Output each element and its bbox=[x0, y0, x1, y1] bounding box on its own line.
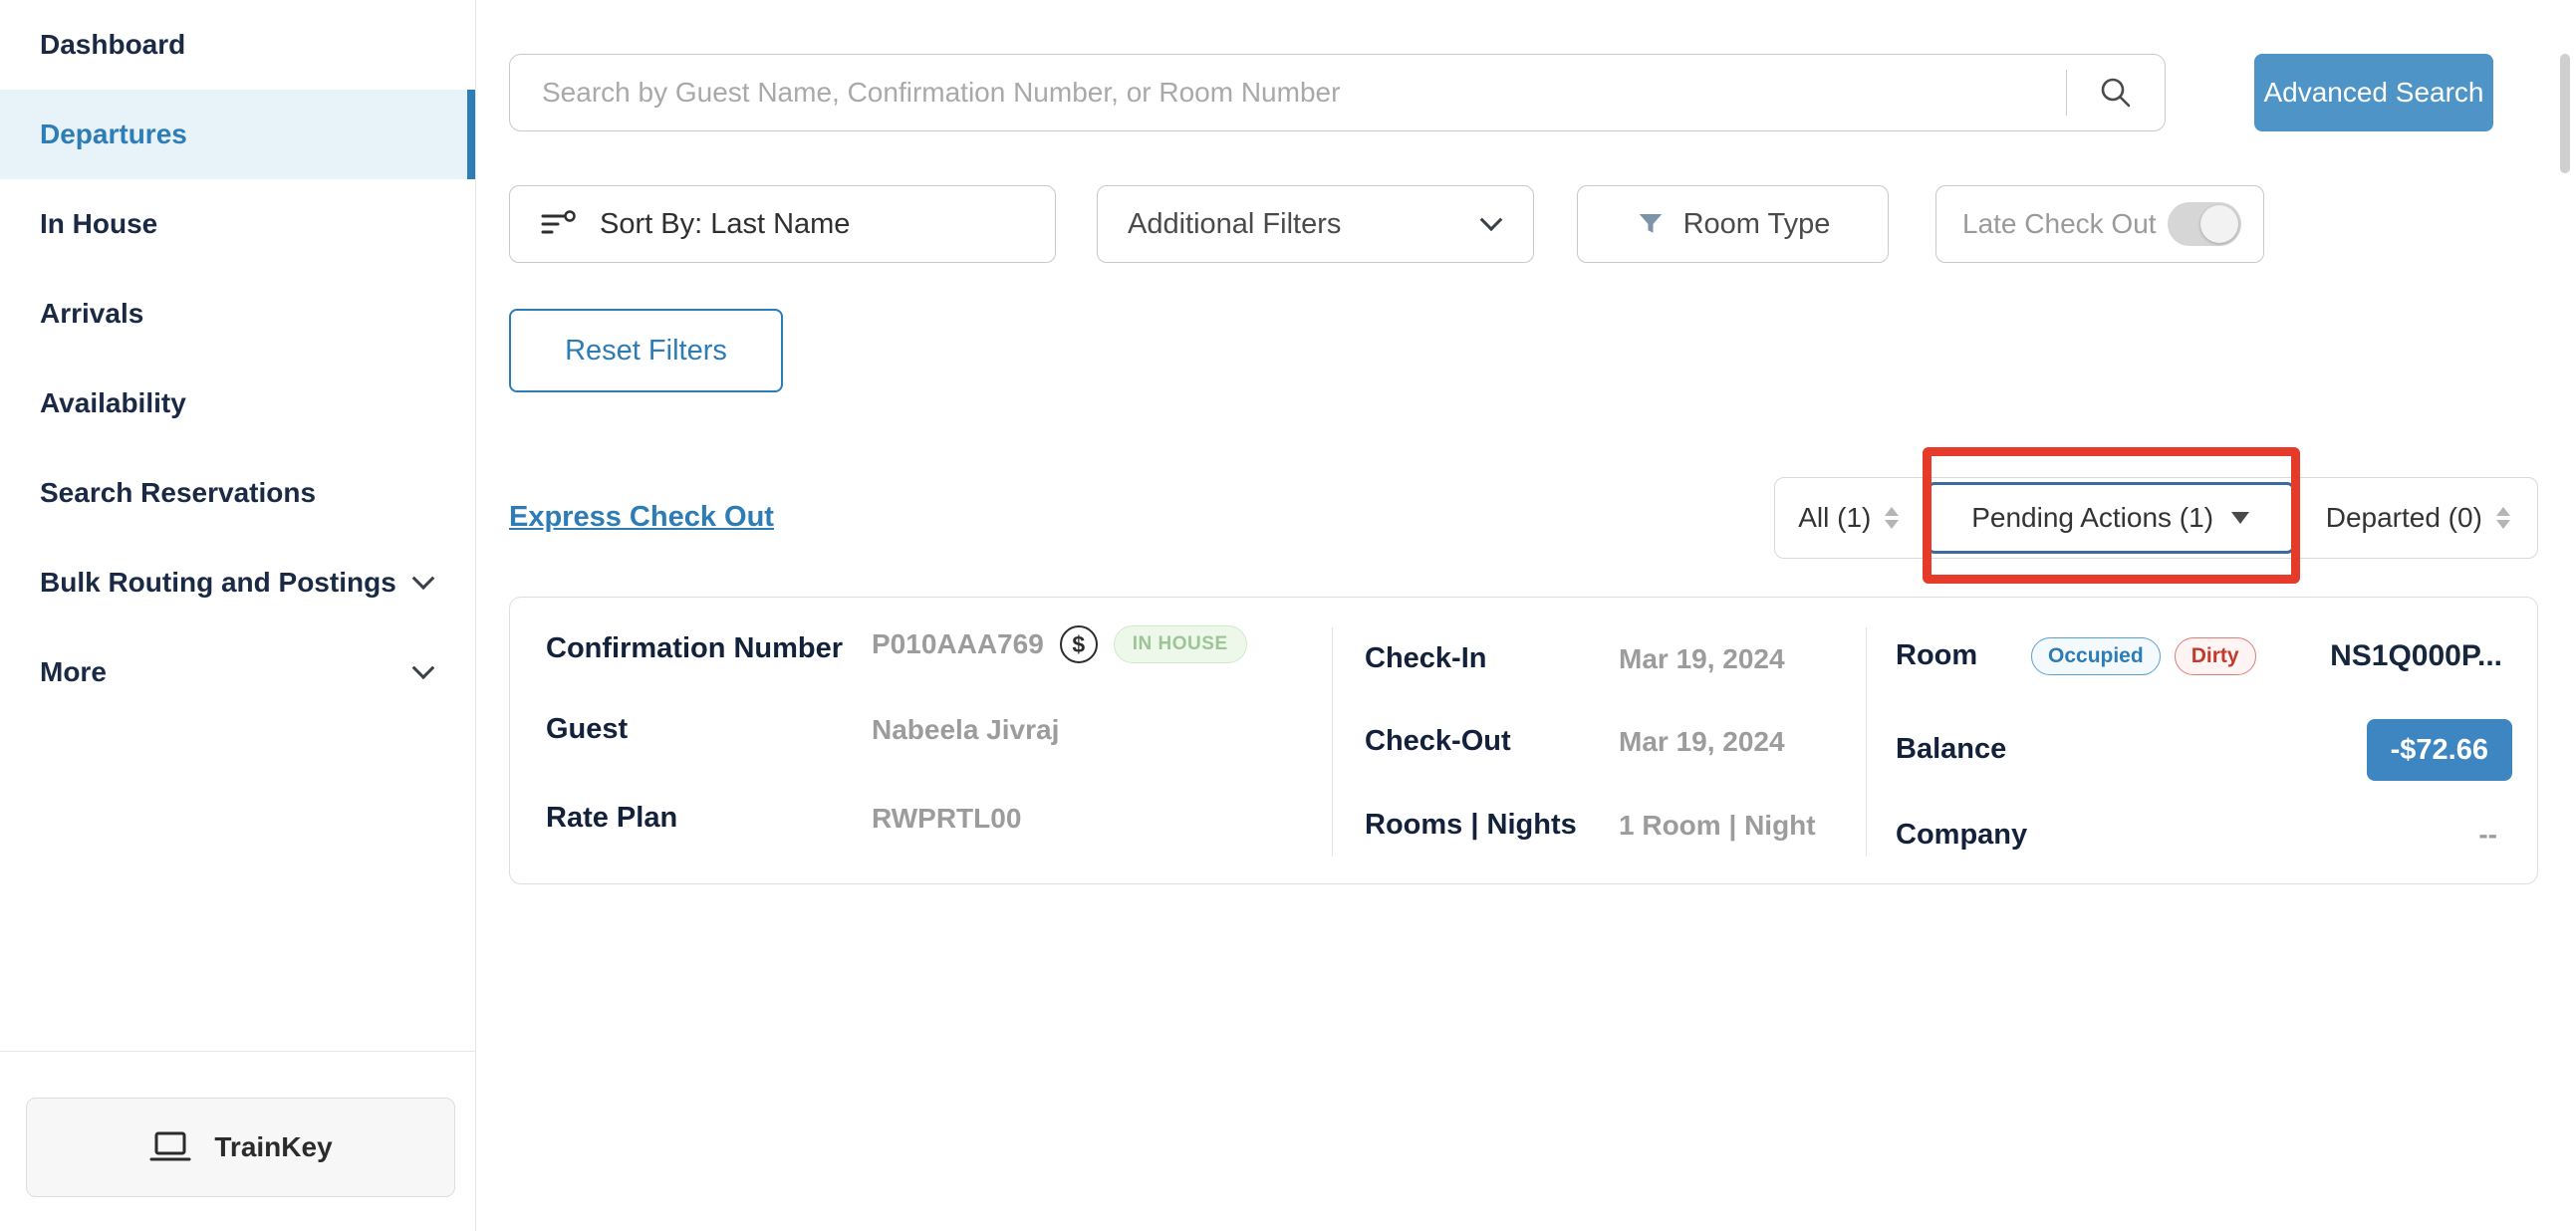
chevron-down-icon bbox=[412, 656, 435, 679]
confirmation-number-value: P010AAA769 bbox=[872, 628, 1044, 660]
column-divider bbox=[1866, 627, 1867, 857]
tab-all[interactable]: All (1) bbox=[1775, 478, 1923, 558]
tab-all-label: All (1) bbox=[1798, 502, 1871, 534]
occupied-badge: Occupied bbox=[2031, 637, 2161, 675]
room-label: Room bbox=[1896, 639, 1977, 672]
room-type-button[interactable]: Room Type bbox=[1577, 185, 1889, 263]
sidebar-item-more[interactable]: More bbox=[0, 627, 475, 717]
sort-by-label: Sort By: Last Name bbox=[600, 208, 850, 241]
sidebar-item-label: Dashboard bbox=[40, 29, 185, 61]
reset-filters-button[interactable]: Reset Filters bbox=[509, 309, 783, 392]
additional-filters-dropdown[interactable]: Additional Filters bbox=[1097, 185, 1534, 263]
late-checkout-label: Late Check Out bbox=[1962, 208, 2157, 240]
sidebar-item-bulk-routing[interactable]: Bulk Routing and Postings bbox=[0, 538, 475, 627]
in-house-badge: IN HOUSE bbox=[1114, 625, 1247, 663]
tab-departed-label: Departed (0) bbox=[2326, 502, 2482, 534]
sidebar-item-label: Arrivals bbox=[40, 298, 143, 330]
sidebar-item-label: More bbox=[40, 656, 107, 688]
dollar-circle-icon[interactable]: $ bbox=[1060, 625, 1098, 663]
caret-down-icon bbox=[2231, 512, 2249, 524]
sidebar-item-label: Departures bbox=[40, 119, 187, 150]
trainkey-label: TrainKey bbox=[214, 1131, 332, 1163]
advanced-search-button[interactable]: Advanced Search bbox=[2254, 54, 2493, 131]
guest-label: Guest bbox=[546, 713, 628, 746]
tab-departed[interactable]: Departed (0) bbox=[2299, 478, 2537, 558]
sidebar-item-arrivals[interactable]: Arrivals bbox=[0, 269, 475, 359]
sort-icon bbox=[540, 208, 578, 240]
late-checkout-filter: Late Check Out bbox=[1935, 185, 2264, 263]
chevron-down-icon bbox=[412, 567, 435, 590]
check-in-label: Check-In bbox=[1365, 642, 1486, 675]
rooms-nights-value: 1 Room | Night bbox=[1619, 810, 1816, 842]
search-bar bbox=[509, 54, 2166, 131]
check-out-label: Check-Out bbox=[1365, 725, 1511, 758]
sidebar-item-departures[interactable]: Departures bbox=[0, 90, 475, 179]
rate-plan-label: Rate Plan bbox=[546, 802, 677, 835]
rooms-nights-label: Rooms | Nights bbox=[1365, 809, 1577, 842]
late-checkout-toggle[interactable] bbox=[2168, 202, 2241, 246]
balance-badge[interactable]: -$72.66 bbox=[2367, 719, 2512, 781]
sidebar-item-in-house[interactable]: In House bbox=[0, 179, 475, 269]
sidebar-item-label: In House bbox=[40, 208, 157, 240]
sidebar-item-label: Bulk Routing and Postings bbox=[40, 567, 396, 599]
sidebar-item-availability[interactable]: Availability bbox=[0, 359, 475, 448]
tab-pending-actions[interactable]: Pending Actions (1) bbox=[1927, 482, 2295, 554]
room-number-value: NS1Q000P... bbox=[2330, 639, 2502, 673]
trainkey-button[interactable]: TrainKey bbox=[26, 1098, 455, 1197]
additional-filters-label: Additional Filters bbox=[1128, 208, 1341, 241]
sidebar-divider bbox=[0, 1051, 476, 1052]
rate-plan-value: RWPRTL00 bbox=[872, 803, 1021, 835]
express-checkout-link[interactable]: Express Check Out bbox=[509, 501, 774, 534]
check-in-value: Mar 19, 2024 bbox=[1619, 643, 1785, 675]
company-value: -- bbox=[2478, 819, 2497, 851]
laptop-icon bbox=[148, 1129, 192, 1165]
confirmation-number-label: Confirmation Number bbox=[546, 632, 843, 665]
sidebar-item-label: Availability bbox=[40, 387, 186, 419]
check-out-value: Mar 19, 2024 bbox=[1619, 726, 1785, 758]
search-button[interactable] bbox=[2067, 75, 2165, 111]
room-type-label: Room Type bbox=[1683, 208, 1831, 241]
search-input[interactable] bbox=[510, 77, 2066, 109]
status-tabs: All (1) Pending Actions (1) Departed (0) bbox=[1774, 477, 2538, 559]
column-divider bbox=[1332, 627, 1333, 857]
search-icon bbox=[2098, 75, 2134, 111]
sidebar-item-dashboard[interactable]: Dashboard bbox=[0, 0, 475, 90]
room-status-badges: Occupied Dirty bbox=[2031, 637, 2256, 675]
sidebar-item-label: Search Reservations bbox=[40, 477, 316, 509]
sidebar: Dashboard Departures In House Arrivals A… bbox=[0, 0, 476, 1231]
dirty-badge: Dirty bbox=[2175, 637, 2256, 675]
toggle-knob bbox=[2200, 205, 2238, 243]
sort-arrows-icon bbox=[1885, 507, 1899, 529]
sort-by-button[interactable]: Sort By: Last Name bbox=[509, 185, 1056, 263]
company-label: Company bbox=[1896, 819, 2027, 852]
sidebar-item-search-reservations[interactable]: Search Reservations bbox=[0, 448, 475, 538]
guest-value: Nabeela Jivraj bbox=[872, 714, 1059, 746]
funnel-icon bbox=[1636, 209, 1666, 239]
reservation-card[interactable]: Confirmation Number P010AAA769 $ IN HOUS… bbox=[509, 597, 2538, 884]
confirmation-number-row: P010AAA769 $ IN HOUSE bbox=[872, 625, 1247, 663]
sort-arrows-icon bbox=[2496, 507, 2510, 529]
balance-label: Balance bbox=[1896, 733, 2006, 766]
tab-pending-label: Pending Actions (1) bbox=[1971, 502, 2213, 534]
scrollbar-thumb[interactable] bbox=[2560, 54, 2570, 173]
chevron-down-icon bbox=[1480, 208, 1503, 231]
